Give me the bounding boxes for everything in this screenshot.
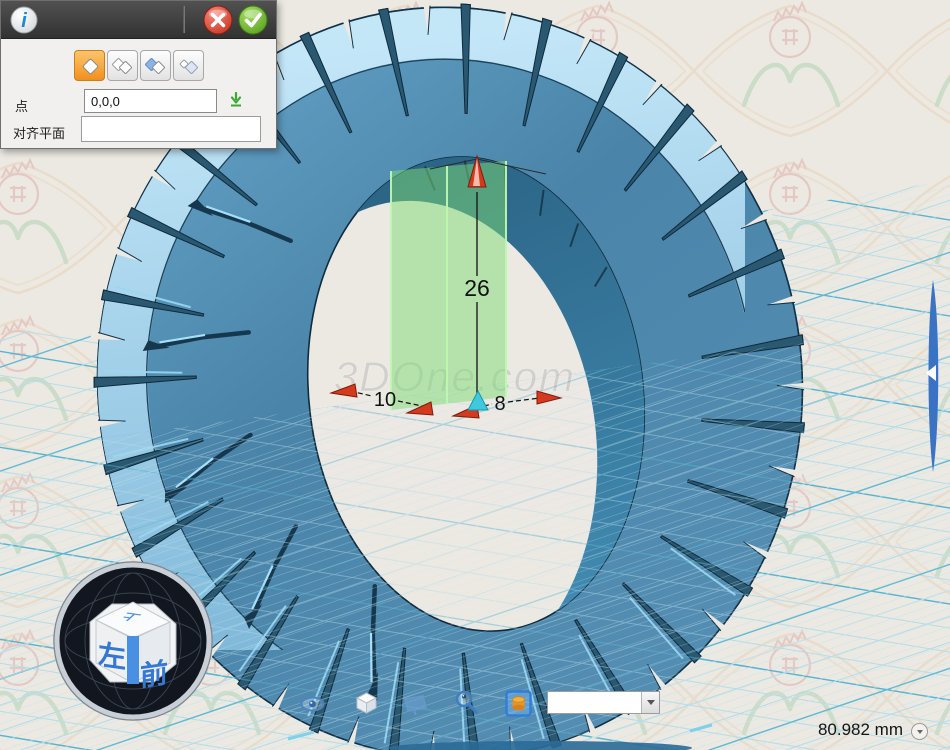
cube-icon[interactable] <box>353 689 380 716</box>
eye-icon[interactable] <box>299 691 326 718</box>
align-plane-field-label: 对齐平面 <box>13 123 65 142</box>
align-plane-input[interactable] <box>81 116 261 142</box>
sidebar-flyout-handle[interactable] <box>920 277 948 475</box>
magnifier-icon[interactable] <box>453 689 480 716</box>
svg-text:i: i <box>21 10 27 32</box>
point-field-label: 点 <box>15 96 28 115</box>
cube-front-label: 前 <box>140 656 168 692</box>
point-input[interactable] <box>84 89 217 113</box>
diamond-icon <box>79 55 101 77</box>
cancel-button[interactable] <box>203 5 233 35</box>
measurement-readout: 80.982 mm <box>818 720 903 740</box>
units-toggle-button[interactable] <box>911 723 928 740</box>
app-window: 3DOne.com 26 10 8 <box>0 0 950 750</box>
insert-sketch-dialog: i <box>0 0 277 149</box>
monitor-icon[interactable] <box>402 691 429 718</box>
chevron-down-icon[interactable] <box>641 692 659 713</box>
mode-multi-point-button[interactable] <box>107 50 138 81</box>
mode-single-point-button[interactable] <box>74 50 105 81</box>
blue-diamond-icon <box>144 55 168 77</box>
point-mode-buttons <box>74 50 204 81</box>
info-icon[interactable]: i <box>9 5 39 35</box>
view-dropdown[interactable] <box>547 691 660 714</box>
chevron-down-icon <box>917 730 923 737</box>
dimension-depth-label[interactable]: 8 <box>494 393 505 415</box>
double-diamond-icon <box>111 55 135 77</box>
view-dropdown-value <box>548 692 641 713</box>
small-diamond-icon <box>177 55 201 77</box>
material-icon[interactable] <box>505 690 532 717</box>
cube-selected-edge[interactable] <box>127 636 139 684</box>
titlebar-divider <box>183 6 185 33</box>
dialog-titlebar[interactable]: i <box>1 1 276 39</box>
pick-point-icon[interactable] <box>227 91 245 109</box>
dimension-height-label[interactable]: 26 <box>464 275 490 301</box>
mode-point-offset-button[interactable] <box>173 50 204 81</box>
view-cube[interactable]: 左 前 上 <box>50 558 216 724</box>
confirm-button[interactable] <box>238 5 268 35</box>
cube-left-label: 左 <box>98 639 126 674</box>
dimension-width-label[interactable]: 10 <box>374 389 396 411</box>
mode-point-on-face-button[interactable] <box>140 50 171 81</box>
